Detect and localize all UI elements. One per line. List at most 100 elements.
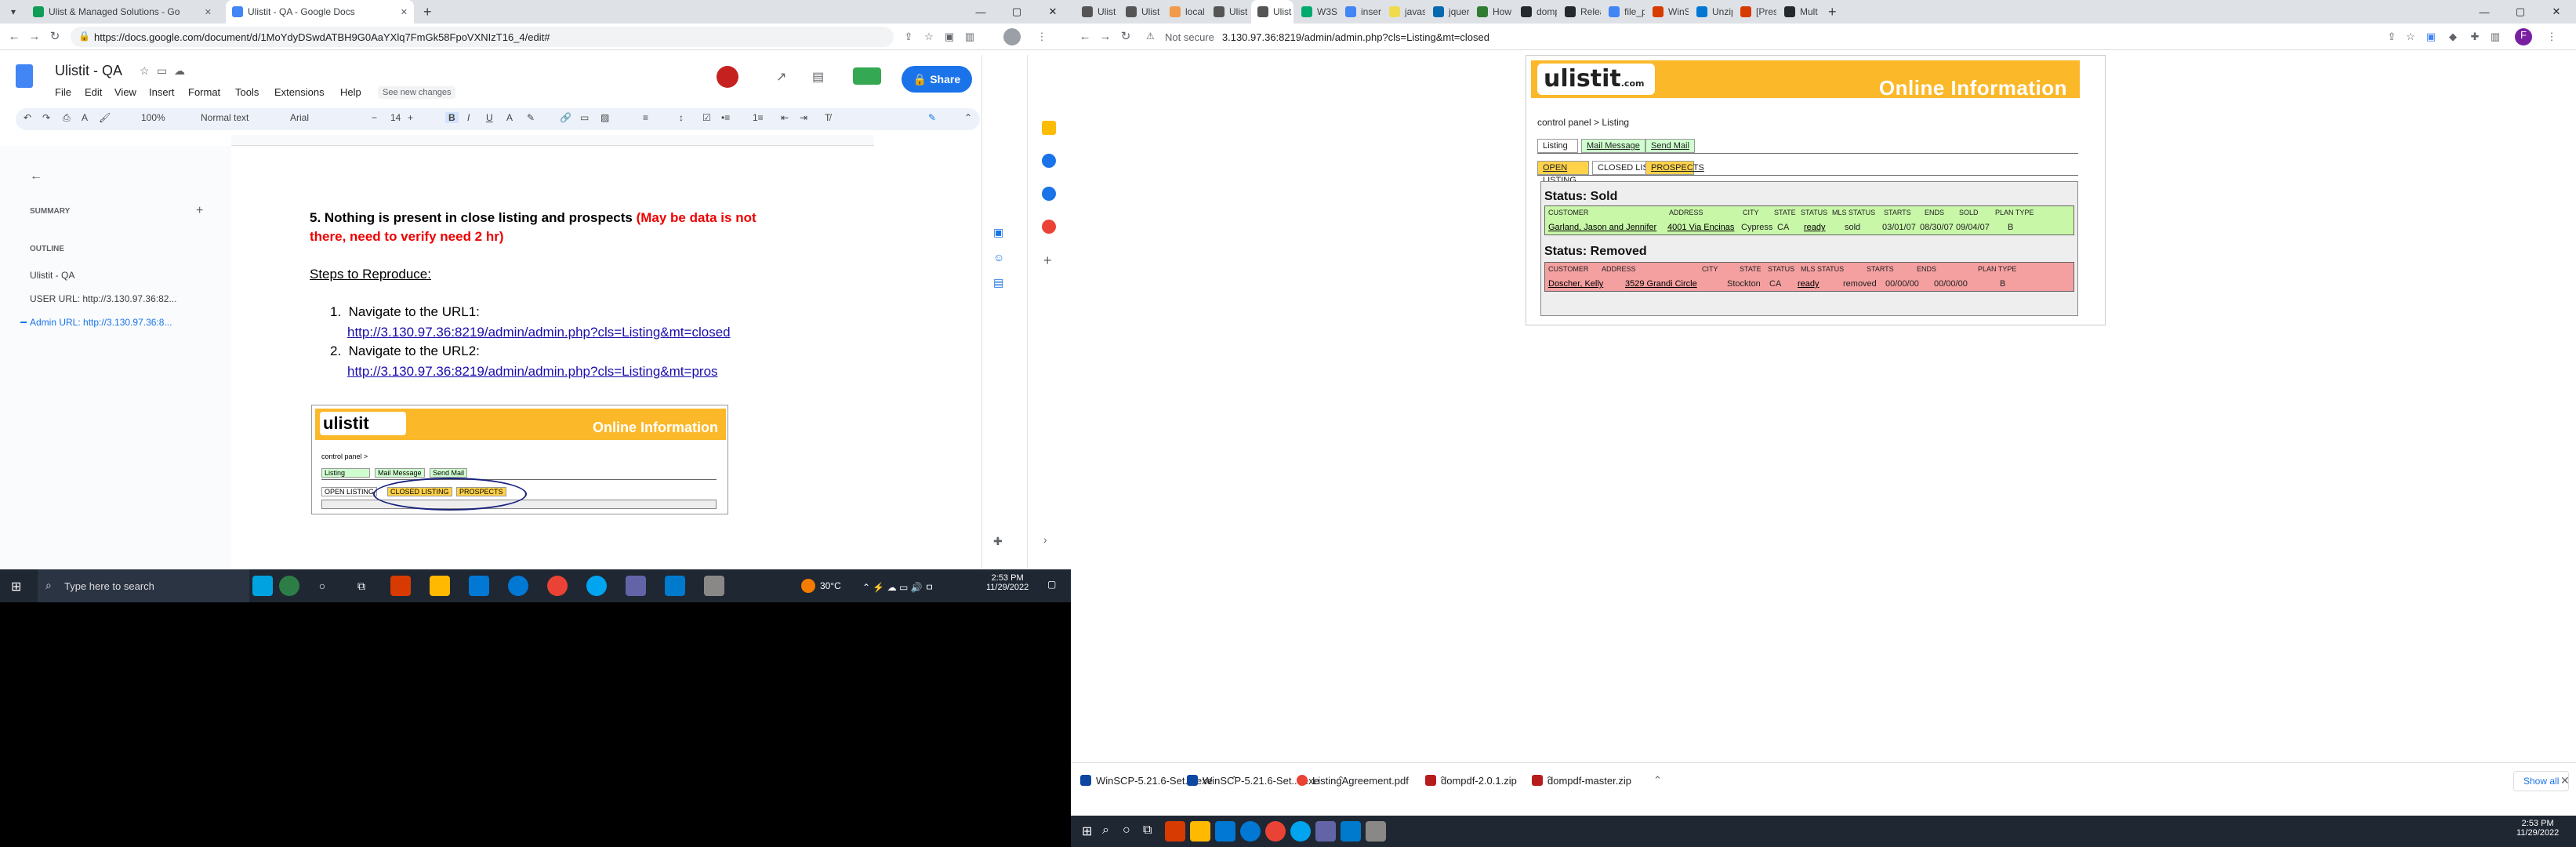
- spellcheck-icon[interactable]: A: [82, 112, 88, 123]
- outline-item[interactable]: USER URL: http://3.130.97.36:82...: [30, 293, 176, 304]
- link-2[interactable]: http://3.130.97.36:8219/admin/admin.php?…: [347, 364, 718, 380]
- chrome-icon[interactable]: [1290, 821, 1311, 842]
- print-icon[interactable]: ⎙: [63, 112, 71, 124]
- new-tab-button[interactable]: +: [417, 0, 436, 24]
- text-color-icon[interactable]: A: [506, 112, 513, 123]
- browser-tab[interactable]: How: [1471, 0, 1513, 24]
- extension-icon[interactable]: ◆: [2446, 30, 2460, 44]
- table-row[interactable]: Garland, Jason and Jennifer 4001 Via Enc…: [1545, 220, 2073, 234]
- edge-icon[interactable]: [1240, 821, 1261, 842]
- menu-file[interactable]: File: [55, 86, 71, 98]
- undo-icon[interactable]: ↶: [24, 112, 31, 123]
- task-view-icon[interactable]: ⧉: [1143, 823, 1152, 838]
- windows-start-icon[interactable]: ⊞: [11, 579, 21, 594]
- file-explorer-icon[interactable]: [430, 576, 450, 596]
- close-window-button[interactable]: ✕: [1035, 0, 1071, 24]
- url-input[interactable]: 🔒 https://docs.google.com/document/d/1Mo…: [71, 27, 894, 47]
- see-new-changes-button[interactable]: See new changes: [378, 86, 456, 99]
- browser-tab[interactable]: domp: [1515, 0, 1557, 24]
- search-icon[interactable]: ⌕: [1102, 823, 1109, 838]
- clock[interactable]: 2:53 PM 11/29/2022: [2516, 819, 2559, 838]
- new-tab-button[interactable]: +: [1822, 0, 1843, 24]
- add-summary-icon[interactable]: +: [196, 204, 203, 218]
- link-text[interactable]: http://3.130.97.36:8219/admin/admin.php?…: [347, 364, 718, 379]
- browser-tab[interactable]: Ulist: [1076, 0, 1118, 24]
- maximize-button[interactable]: ▢: [2502, 0, 2538, 24]
- style-select[interactable]: Normal text: [201, 112, 249, 123]
- link-text[interactable]: http://3.130.97.36:8219/admin/admin.php?…: [347, 325, 731, 340]
- customer-link[interactable]: Doscher, Kelly: [1548, 279, 1603, 289]
- browser-tab[interactable]: [Pres: [1734, 0, 1776, 24]
- table-row[interactable]: Doscher, Kelly 3529 Grandi Circle Stockt…: [1545, 277, 2073, 291]
- clear-formatting-icon[interactable]: T̸: [825, 112, 830, 123]
- reload-icon[interactable]: ↻: [1118, 29, 1134, 45]
- menu-insert[interactable]: Insert: [149, 86, 175, 98]
- weather-icon[interactable]: [801, 579, 815, 593]
- highlight-icon[interactable]: ✎: [527, 112, 535, 123]
- browser-tab[interactable]: Ulist: [1251, 0, 1293, 24]
- office-icon[interactable]: [1165, 821, 1185, 842]
- bold-icon[interactable]: B: [445, 112, 459, 123]
- keep-icon[interactable]: [1042, 121, 1056, 135]
- underline-icon[interactable]: U: [486, 112, 493, 123]
- minimize-button[interactable]: —: [2466, 0, 2502, 24]
- redo-icon[interactable]: ↷: [42, 112, 50, 123]
- italic-icon[interactable]: I: [467, 112, 470, 123]
- chevron-up-icon[interactable]: ⌃: [1653, 774, 1662, 787]
- browser-tab[interactable]: insert: [1339, 0, 1381, 24]
- extension-icon[interactable]: ▣: [942, 30, 956, 44]
- close-window-button[interactable]: ✕: [2538, 0, 2574, 24]
- notification-icon[interactable]: ▢: [1047, 579, 1056, 590]
- tab-sheets[interactable]: Ulist & Managed Solutions - Go ✕: [27, 0, 218, 24]
- decrease-size-icon[interactable]: −: [372, 112, 377, 123]
- edge-icon[interactable]: [508, 576, 528, 596]
- align-icon[interactable]: ≡: [643, 112, 648, 123]
- close-icon[interactable]: ✕: [401, 7, 408, 17]
- menu-help[interactable]: Help: [340, 86, 361, 98]
- tab-search-icon[interactable]: ▾: [5, 0, 22, 24]
- menu-tools[interactable]: Tools: [235, 86, 259, 98]
- widget-icon[interactable]: [252, 576, 273, 596]
- browser-tab[interactable]: Ulist: [1119, 0, 1162, 24]
- tasks-icon[interactable]: [1042, 154, 1056, 168]
- minimize-button[interactable]: —: [963, 0, 999, 24]
- file-explorer-icon[interactable]: [1190, 821, 1210, 842]
- taskbar-search[interactable]: ⌕ Type here to search: [38, 569, 249, 602]
- back-icon[interactable]: ←: [6, 29, 22, 45]
- share-icon[interactable]: ⇪: [2385, 30, 2399, 44]
- font-size-input[interactable]: 14: [390, 112, 401, 123]
- office-icon[interactable]: [390, 576, 411, 596]
- browser-tab[interactable]: jquer: [1427, 0, 1469, 24]
- reload-icon[interactable]: ↻: [47, 29, 63, 45]
- font-select[interactable]: Arial: [290, 112, 309, 123]
- add-addon-icon[interactable]: +: [1043, 253, 1052, 269]
- customer-link[interactable]: Garland, Jason and Jennifer: [1548, 223, 1656, 232]
- app-icon[interactable]: [1315, 821, 1336, 842]
- zoom-select[interactable]: 100%: [141, 112, 165, 123]
- forward-icon[interactable]: →: [27, 29, 42, 45]
- meet-icon[interactable]: [853, 67, 881, 85]
- chevron-right-icon[interactable]: ›: [1043, 533, 1047, 546]
- suggest-edit-icon[interactable]: ▤: [993, 276, 1003, 289]
- outline-item[interactable]: Admin URL: http://3.130.97.36:8...: [30, 317, 172, 328]
- menu-view[interactable]: View: [114, 86, 136, 98]
- chrome-icon[interactable]: [586, 576, 607, 596]
- winscp-icon[interactable]: [704, 576, 724, 596]
- add-comment-icon[interactable]: ▭: [580, 112, 589, 123]
- browser-tab[interactable]: Unzip: [1690, 0, 1732, 24]
- increase-size-icon[interactable]: +: [408, 112, 413, 123]
- skype-icon[interactable]: [1215, 821, 1235, 842]
- line-spacing-icon[interactable]: ↕: [679, 112, 684, 123]
- menu-format[interactable]: Format: [188, 86, 220, 98]
- contacts-icon[interactable]: [1042, 187, 1056, 201]
- emoji-icon[interactable]: ☺: [993, 251, 1004, 264]
- chrome-icon[interactable]: [1265, 821, 1286, 842]
- profile-avatar[interactable]: F: [2515, 28, 2532, 45]
- cortana-icon[interactable]: ○: [1123, 823, 1130, 838]
- edge-icon[interactable]: [279, 576, 299, 596]
- decrease-indent-icon[interactable]: ⇤: [781, 112, 789, 123]
- browser-tab[interactable]: local: [1163, 0, 1206, 24]
- vscode-icon[interactable]: [1341, 821, 1361, 842]
- star-icon[interactable]: ☆: [140, 64, 150, 78]
- forward-icon[interactable]: →: [1098, 29, 1113, 45]
